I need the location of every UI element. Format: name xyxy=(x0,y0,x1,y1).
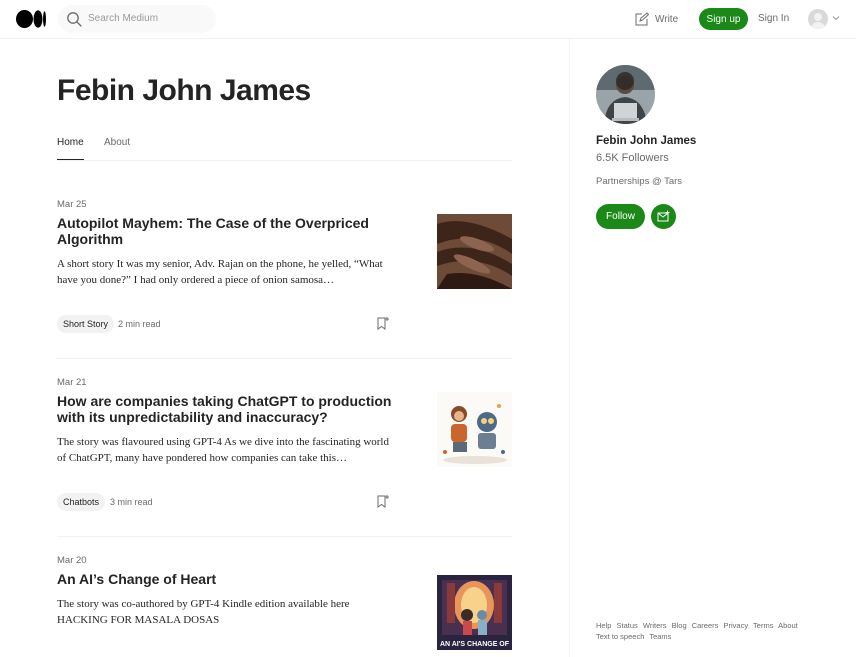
bookmark-add-icon[interactable] xyxy=(376,316,390,330)
article-excerpt[interactable]: The story was co-authored by GPT-4 Kindl… xyxy=(57,596,387,628)
footer-link-text-to-speech[interactable]: Text to speech xyxy=(596,632,644,641)
footer-links: Help Status Writers Blog Careers Privacy… xyxy=(596,620,826,642)
bookmark-add-icon[interactable] xyxy=(376,494,390,508)
footer-link-about[interactable]: About xyxy=(778,621,798,630)
search-bar[interactable]: Search Medium xyxy=(58,5,216,33)
article-tag[interactable]: Chatbots xyxy=(57,493,106,511)
user-avatar[interactable] xyxy=(808,9,828,29)
article-excerpt[interactable]: A short story It was my senior, Adv. Raj… xyxy=(57,256,397,288)
article-card[interactable]: Mar 25 Autopilot Mayhem: The Case of the… xyxy=(57,199,512,359)
tab-about[interactable]: About xyxy=(104,137,130,148)
read-time: 2 min read xyxy=(118,319,161,329)
followers-count[interactable]: 6.5K Followers xyxy=(596,152,669,164)
article-title[interactable]: Autopilot Mayhem: The Case of the Overpr… xyxy=(57,215,407,247)
article-title[interactable]: How are companies taking ChatGPT to prod… xyxy=(57,393,407,425)
profile-bio: Partnerships @ Tars xyxy=(596,176,683,187)
footer-link-writers[interactable]: Writers xyxy=(643,621,667,630)
tab-home[interactable]: Home xyxy=(57,137,84,160)
article-date: Mar 21 xyxy=(57,377,87,388)
article-date: Mar 25 xyxy=(57,199,87,210)
article-thumbnail[interactable] xyxy=(437,214,512,289)
search-icon xyxy=(67,12,82,27)
footer-link-help[interactable]: Help xyxy=(596,621,611,630)
article-card[interactable]: Mar 21 How are companies taking ChatGPT … xyxy=(57,377,512,537)
read-time: 3 min read xyxy=(110,497,153,507)
follow-button[interactable]: Follow xyxy=(596,204,645,229)
footer-link-teams[interactable]: Teams xyxy=(649,632,671,641)
page-title: Febin John James xyxy=(57,74,311,107)
profile-avatar[interactable] xyxy=(596,65,655,124)
write-label: Write xyxy=(655,13,679,25)
article-thumbnail[interactable] xyxy=(437,392,512,467)
article-tag[interactable]: Short Story xyxy=(57,315,115,333)
search-input[interactable]: Search Medium xyxy=(88,13,158,24)
footer-link-terms[interactable]: Terms xyxy=(753,621,773,630)
article-separator xyxy=(57,358,512,359)
thumbnail-caption: AN AI'S CHANGE OF xyxy=(440,641,510,648)
article-excerpt[interactable]: The story was flavoured using GPT-4 As w… xyxy=(57,434,397,466)
sign-up-button[interactable]: Sign up xyxy=(699,8,748,30)
sign-in-link[interactable]: Sign In xyxy=(758,13,789,24)
article-separator xyxy=(57,536,512,537)
article-date: Mar 20 xyxy=(57,555,87,566)
article-title[interactable]: An AI’s Change of Heart xyxy=(57,571,407,587)
footer-link-status[interactable]: Status xyxy=(617,621,638,630)
medium-logo-icon[interactable] xyxy=(16,10,46,28)
chevron-down-icon[interactable] xyxy=(832,14,840,22)
footer-link-blog[interactable]: Blog xyxy=(672,621,687,630)
profile-name[interactable]: Febin John James xyxy=(596,135,696,147)
top-bar: Search Medium Write Sign up Sign In xyxy=(0,0,856,39)
mail-plus-icon xyxy=(657,210,670,222)
write-icon xyxy=(635,11,649,25)
profile-tabs: Home About xyxy=(57,137,512,161)
article-card[interactable]: Mar 20 An AI’s Change of Heart The story… xyxy=(57,555,512,657)
column-divider xyxy=(569,39,570,657)
footer-link-careers[interactable]: Careers xyxy=(692,621,719,630)
footer-link-privacy[interactable]: Privacy xyxy=(724,621,749,630)
subscribe-button[interactable] xyxy=(651,204,676,229)
write-link[interactable]: Write xyxy=(634,11,678,27)
article-thumbnail[interactable]: AN AI'S CHANGE OF xyxy=(437,575,512,650)
